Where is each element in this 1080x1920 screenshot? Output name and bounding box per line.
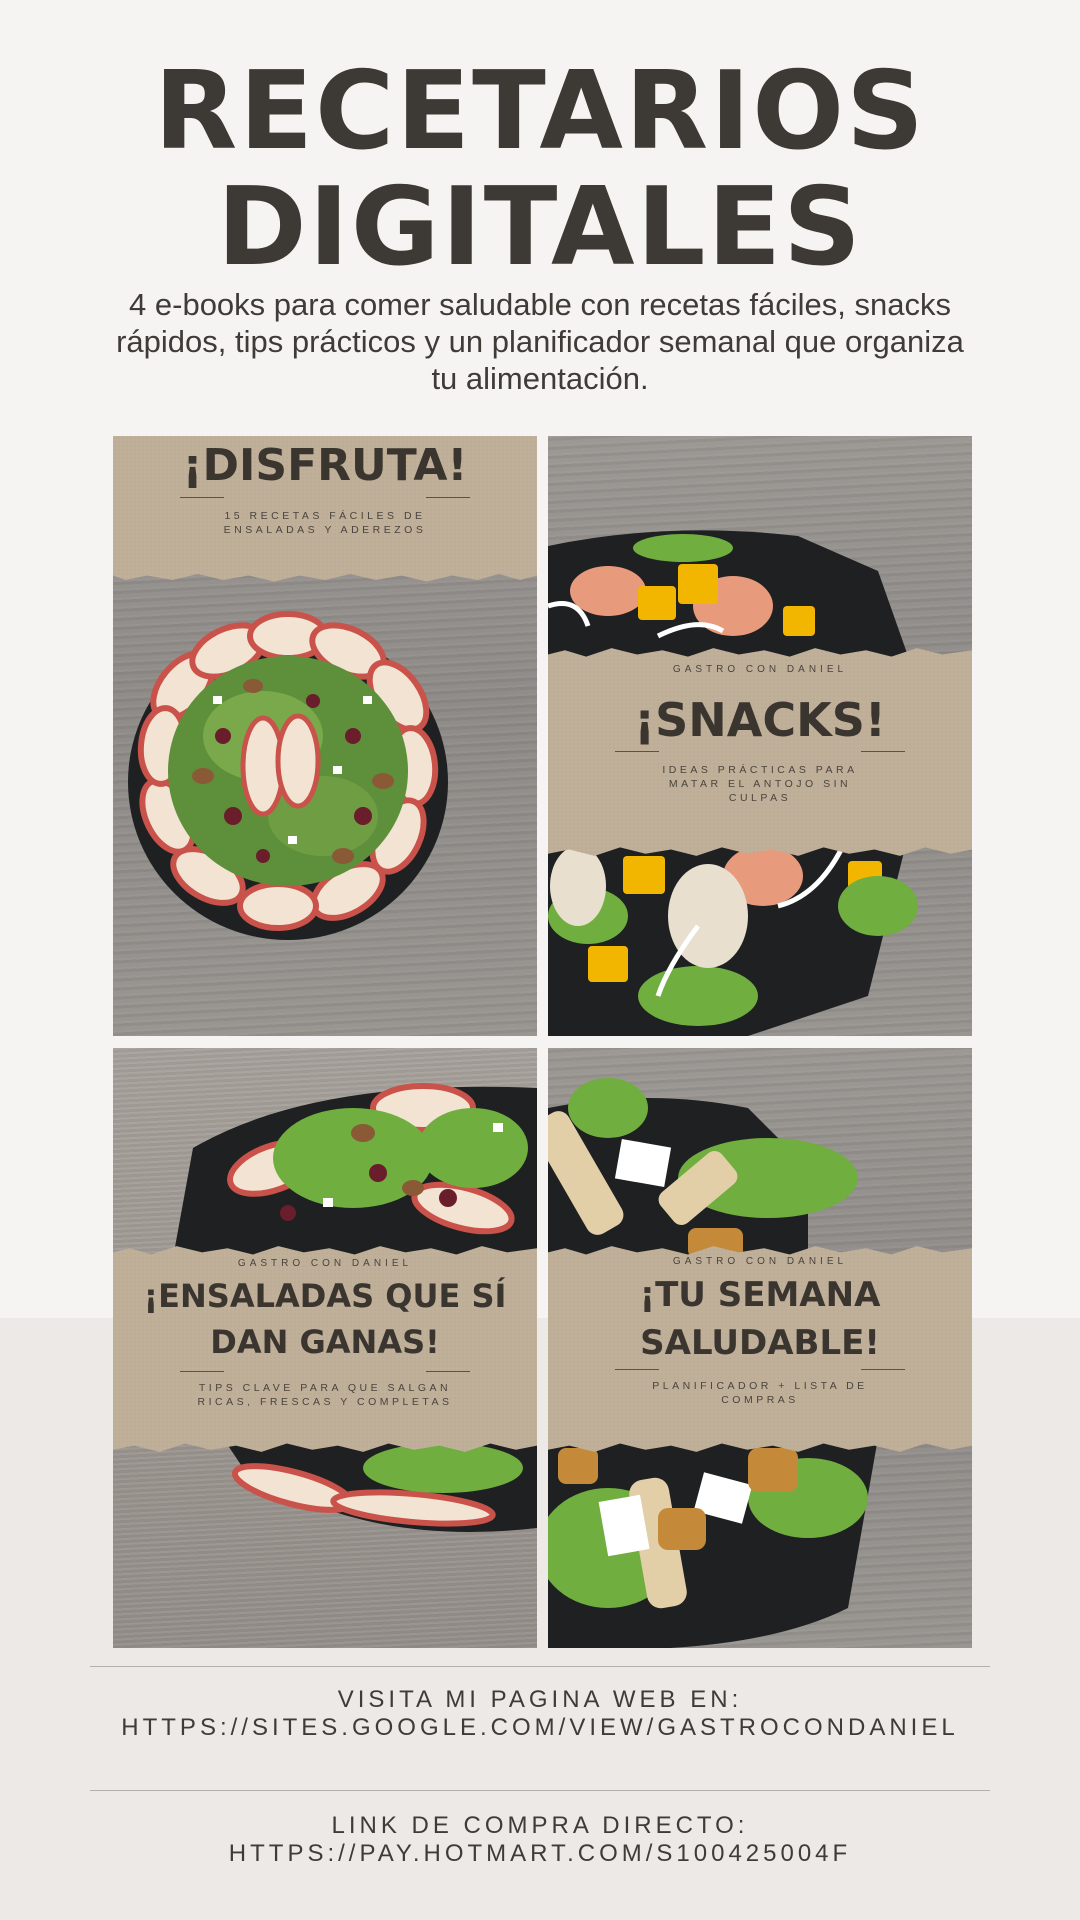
title-rule — [615, 751, 905, 753]
ebook-description: PLANIFICADOR + LISTA DE COMPRAS — [652, 1380, 868, 1406]
page-title-line2: DIGITALES — [217, 165, 863, 290]
cover-banner: GASTRO CON DANIEL ¡TU SEMANA SALUDABLE! … — [548, 1246, 972, 1452]
ebook-title-line2: SALUDABLE! — [640, 1323, 880, 1363]
ebook-description: IDEAS PRÁCTICAS PARA MATAR EL ANTOJO SIN… — [662, 764, 858, 804]
ebook-title-line1: ¡TU SEMANA — [639, 1275, 881, 1315]
ebook-description: 15 RECETAS FÁCILES DE ENSALADAS Y ADEREZ… — [223, 510, 427, 536]
title-rule — [615, 1369, 905, 1371]
website-label: VISITA MI PAGINA WEB EN: — [337, 1686, 743, 1713]
cover-banner: ¡DISFRUTA! 15 RECETAS FÁCILES DE ENSALAD… — [113, 436, 537, 582]
ebook-title-line2: DAN GANAS! — [210, 1323, 440, 1361]
ebook-title-line1: ¡ENSALADAS QUE SÍ — [143, 1277, 507, 1315]
page-subtitle: 4 e-books para comer saludable con recet… — [116, 287, 964, 396]
ebook-description: TIPS CLAVE PARA QUE SALGAN RICAS, FRESCA… — [197, 1382, 453, 1408]
cover-banner: GASTRO CON DANIEL ¡SNACKS! IDEAS PRÁCTIC… — [548, 648, 972, 856]
title-rule — [180, 497, 470, 499]
divider-bottom — [90, 1790, 990, 1791]
cover-banner: GASTRO CON DANIEL ¡ENSALADAS QUE SÍ DAN … — [113, 1246, 537, 1452]
divider-top — [90, 1666, 990, 1667]
ebook-cover-snacks[interactable]: GASTRO CON DANIEL ¡SNACKS! IDEAS PRÁCTIC… — [548, 436, 972, 1036]
purchase-label: LINK DE COMPRA DIRECTO: — [331, 1812, 749, 1839]
title-rule — [180, 1371, 470, 1373]
website-url-link[interactable]: HTTPS://SITES.GOOGLE.COM/VIEW/GASTROCOND… — [0, 1713, 1080, 1742]
ebook-title: ¡DISFRUTA! — [182, 440, 468, 491]
page-title-line1: RECETARIOS — [154, 49, 926, 174]
ebook-cover-semana-saludable[interactable]: GASTRO CON DANIEL ¡TU SEMANA SALUDABLE! … — [548, 1048, 972, 1648]
purchase-url-link[interactable]: HTTPS://PAY.HOTMART.COM/S100425004F — [0, 1839, 1080, 1868]
ebook-cover-ensaladas[interactable]: GASTRO CON DANIEL ¡ENSALADAS QUE SÍ DAN … — [113, 1048, 537, 1648]
ebook-cover-disfruta[interactable]: ¡DISFRUTA! 15 RECETAS FÁCILES DE ENSALAD… — [113, 436, 537, 1036]
ebook-title: ¡SNACKS! — [634, 693, 886, 747]
